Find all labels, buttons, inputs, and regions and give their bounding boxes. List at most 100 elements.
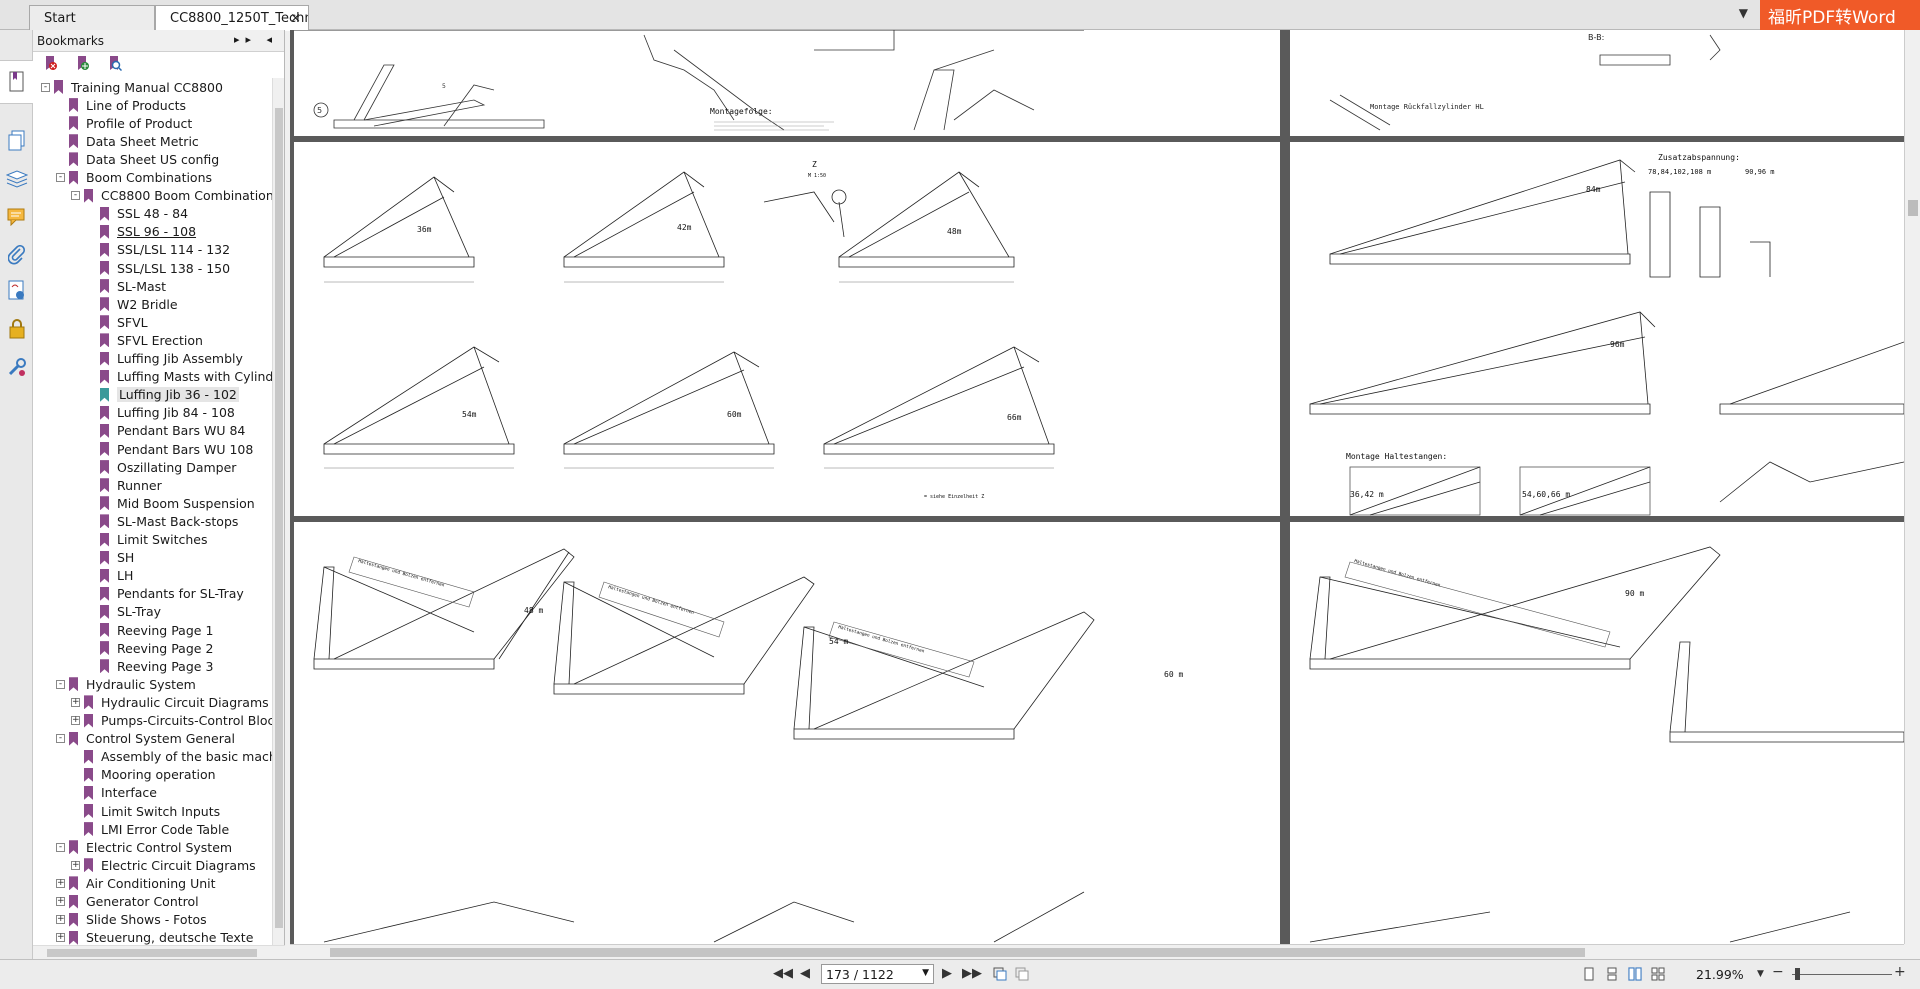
copy-page-icon[interactable] <box>1015 967 1029 981</box>
expand-icon[interactable]: + <box>71 860 80 870</box>
zoom-slider-thumb[interactable] <box>1795 968 1800 980</box>
bookmark-item[interactable]: - Boom Combinations <box>56 169 212 187</box>
bookmark-item[interactable]: Luffing Jib 36 - 102 <box>87 386 239 404</box>
zoom-dropdown-icon[interactable]: ▼ <box>1757 969 1764 979</box>
last-page-button[interactable]: ▶▶ <box>962 966 982 981</box>
collapse-icon[interactable]: - <box>56 679 65 689</box>
bookmarks-scrollbar[interactable] <box>272 78 284 974</box>
close-icon[interactable]: × <box>290 11 301 26</box>
bookmark-item[interactable]: + Hydraulic Circuit Diagrams <box>71 693 269 711</box>
bookmark-item[interactable]: Pendants for SL-Tray <box>87 585 244 603</box>
bookmark-item[interactable]: Limit Switches <box>87 531 208 549</box>
bookmark-item[interactable]: SSL/LSL 114 - 132 <box>87 241 230 259</box>
document-hscrollbar[interactable] <box>290 944 1904 959</box>
zoom-in-button[interactable]: + <box>1894 964 1906 980</box>
reflow-icon[interactable] <box>993 967 1007 981</box>
bookmark-item[interactable]: SSL 96 - 108 <box>87 223 196 241</box>
layers-icon[interactable] <box>4 166 30 192</box>
bookmark-item[interactable]: Luffing Jib 84 - 108 <box>87 404 235 422</box>
expand-bookmark-icon[interactable] <box>73 54 91 72</box>
expand-icon[interactable]: + <box>56 878 65 888</box>
attachment-icon[interactable] <box>4 242 30 268</box>
expand-icon[interactable]: + <box>56 933 65 943</box>
bookmark-item[interactable]: LMI Error Code Table <box>71 820 229 838</box>
prev-page-button[interactable]: ◀ <box>800 966 810 981</box>
single-page-icon[interactable] <box>1582 967 1596 981</box>
expand-icon[interactable]: + <box>71 697 80 707</box>
bookmark-item[interactable]: Luffing Jib Assembly <box>87 350 243 368</box>
bookmark-item[interactable]: Reeving Page 1 <box>87 621 213 639</box>
bookmark-item[interactable]: SFVL <box>87 313 148 331</box>
collapse-icon[interactable]: - <box>56 842 65 852</box>
promo-banner[interactable]: 福昕PDF转Word <box>1760 0 1920 30</box>
expand-icon[interactable]: + <box>71 716 80 725</box>
continuous-facing-icon[interactable] <box>1651 967 1665 981</box>
bookmark-item[interactable]: Pendant Bars WU 108 <box>87 440 253 458</box>
bookmark-item[interactable]: SSL/LSL 138 - 150 <box>87 259 230 277</box>
tab-document[interactable]: CC8800_1250T_Techn... × <box>155 5 309 31</box>
bookmark-item[interactable]: Interface <box>71 784 157 802</box>
bookmark-item[interactable]: Runner <box>87 476 162 494</box>
bookmark-item[interactable]: + Air Conditioning Unit <box>56 874 216 892</box>
zoom-slider-track[interactable] <box>1792 974 1892 975</box>
bookmark-item[interactable]: + Pumps-Circuits-Control Block <box>71 712 273 730</box>
bookmark-item[interactable]: - Electric Control System <box>56 838 232 856</box>
signature-icon[interactable] <box>4 278 30 304</box>
bookmark-item[interactable]: SL-Mast <box>87 277 166 295</box>
bookmark-item[interactable]: Reeving Page 3 <box>87 657 213 675</box>
chevron-down-icon[interactable]: ▼ <box>922 968 929 978</box>
bookmark-item[interactable]: SFVL Erection <box>87 331 203 349</box>
zoom-out-button[interactable]: − <box>1772 964 1784 980</box>
bookmark-item[interactable]: Pendant Bars WU 84 <box>87 422 245 440</box>
bookmark-item[interactable]: SL-Mast Back-stops <box>87 512 238 530</box>
bookmark-item[interactable]: W2 Bridle <box>87 295 178 313</box>
facing-page-icon[interactable] <box>1628 967 1642 981</box>
bookmark-item[interactable]: Line of Products <box>56 96 186 114</box>
document-vscrollbar[interactable] <box>1904 30 1920 944</box>
delete-bookmark-icon[interactable] <box>41 54 59 72</box>
tab-start[interactable]: Start <box>29 5 155 30</box>
tab-menu-icon[interactable]: ▼ <box>1739 6 1748 20</box>
bookmark-item[interactable]: Mooring operation <box>71 766 216 784</box>
next-page-button[interactable]: ▶ <box>942 966 952 981</box>
bookmark-item[interactable]: Luffing Masts with Cylind <box>87 368 273 386</box>
continuous-page-icon[interactable] <box>1605 967 1619 981</box>
comments-icon[interactable] <box>4 204 30 230</box>
collapse-icon[interactable]: - <box>71 191 80 201</box>
bookmark-item[interactable]: Reeving Page 2 <box>87 639 213 657</box>
bookmark-item[interactable]: + Generator Control <box>56 893 199 911</box>
bookmark-item[interactable]: - Control System General <box>56 730 235 748</box>
bookmark-item[interactable]: + Electric Circuit Diagrams <box>71 856 256 874</box>
bookmark-item[interactable]: Profile of Product <box>56 114 192 132</box>
expand-icon[interactable]: + <box>56 915 65 925</box>
bookmark-item[interactable]: SSL 48 - 84 <box>87 205 188 223</box>
bookmark-item[interactable]: + Slide Shows - Fotos <box>56 911 207 929</box>
bookmark-item[interactable]: LH <box>87 567 133 585</box>
bookmark-item[interactable]: SH <box>87 549 134 567</box>
collapse-icon[interactable]: - <box>56 734 65 744</box>
page-thumbnails-icon[interactable] <box>4 128 30 154</box>
tools-icon[interactable] <box>4 354 30 380</box>
bookmark-item[interactable]: - CC8800 Boom Combinations <box>71 187 273 205</box>
collapse-icon[interactable]: - <box>41 82 50 92</box>
first-page-button[interactable]: ◀◀ <box>773 966 793 981</box>
bookmark-item[interactable]: Mid Boom Suspension <box>87 494 255 512</box>
bookmark-item[interactable]: - Hydraulic System <box>56 675 196 693</box>
bookmarks-hscrollbar[interactable] <box>33 945 285 959</box>
page-number-field[interactable]: 173 / 1122 ▼ <box>821 964 934 984</box>
find-bookmark-icon[interactable] <box>105 54 123 72</box>
bookmark-item[interactable]: Data Sheet Metric <box>56 132 199 150</box>
bookmark-item[interactable]: + Steuerung, deutsche Texte <box>56 929 253 947</box>
expand-icon[interactable]: + <box>56 897 65 906</box>
document-view[interactable]: 5 Montagefolge: 5 B-B: Montage Rückfallz… <box>290 30 1904 944</box>
bookmark-item[interactable]: Assembly of the basic machi <box>71 748 273 766</box>
bookmark-item[interactable]: Data Sheet US config <box>56 150 219 168</box>
bookmark-panel-icon[interactable] <box>0 60 33 104</box>
bookmark-item[interactable]: Oszillating Damper <box>87 458 236 476</box>
bookmark-item[interactable]: Limit Switch Inputs <box>71 802 220 820</box>
panel-controls[interactable]: ▸▸ ◂ <box>234 33 278 46</box>
security-lock-icon[interactable] <box>4 316 30 342</box>
bookmark-item[interactable]: SL-Tray <box>87 603 161 621</box>
bookmark-item[interactable]: - Training Manual CC8800 <box>41 78 223 96</box>
collapse-icon[interactable]: - <box>56 173 65 182</box>
